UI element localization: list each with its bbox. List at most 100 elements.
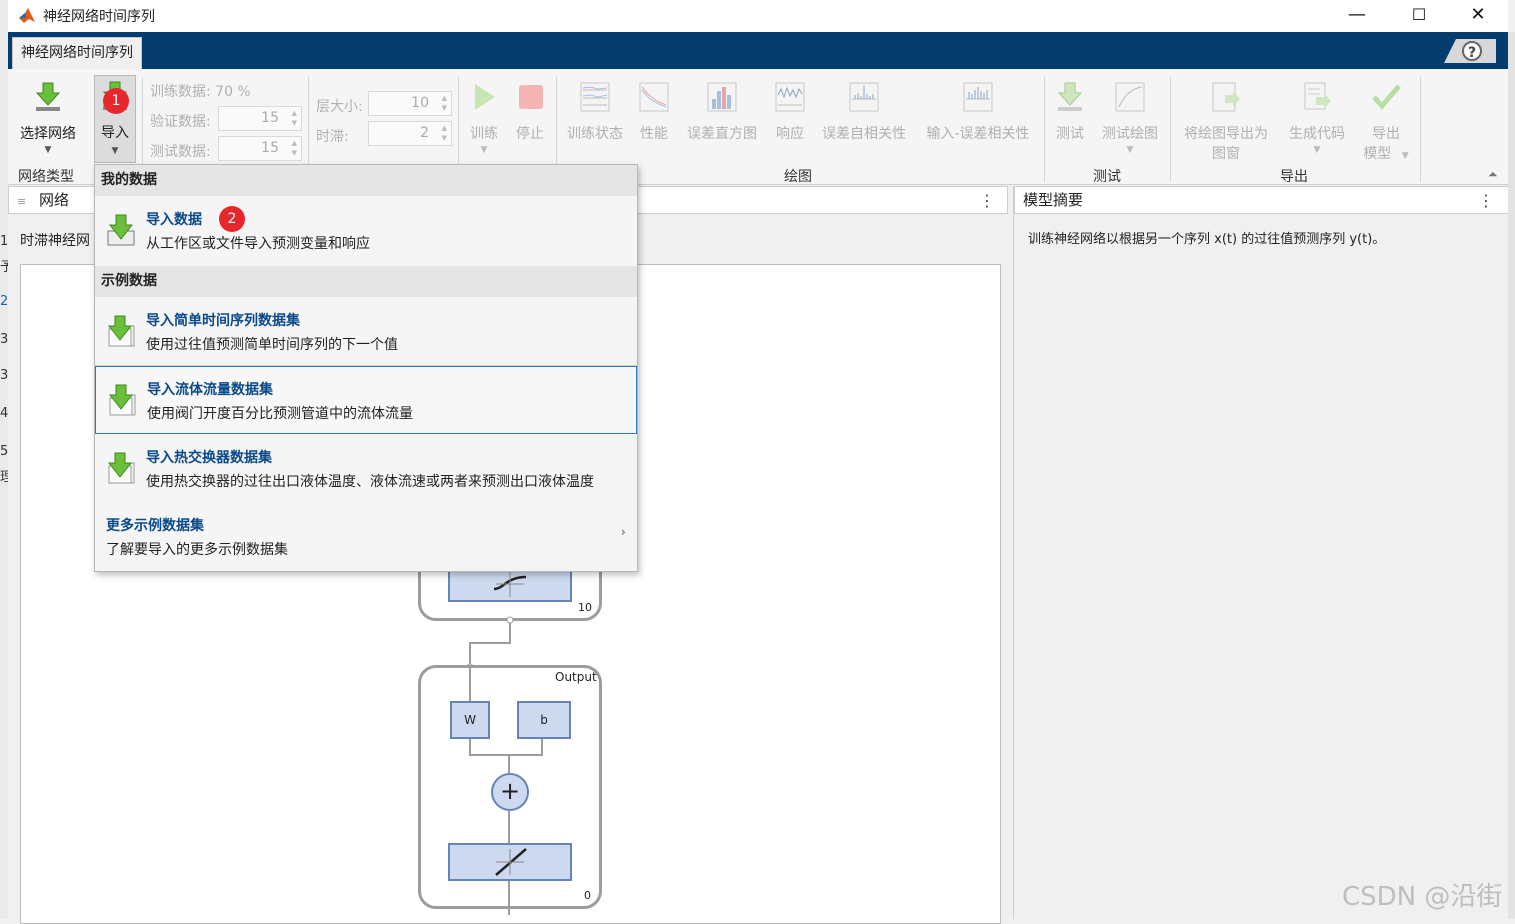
select-network-label: 选择网络: [20, 126, 76, 142]
test-plot-button[interactable]: 测试绘图 ▼: [1098, 81, 1162, 155]
model-summary-header: 模型摘要 ⋮: [1014, 186, 1509, 214]
export-figure-icon: [1212, 82, 1240, 112]
dataset-download-icon: [107, 315, 135, 347]
more-options-icon[interactable]: ⋮: [1478, 187, 1494, 214]
export-figure-label-2: 图窗: [1212, 146, 1240, 162]
chevron-down-icon: ▼: [480, 145, 488, 155]
close-button[interactable]: ✕: [1455, 0, 1501, 32]
response-plot-icon: [775, 82, 805, 112]
train-data-label: 训练数据: 70 %: [150, 84, 251, 100]
more-options-icon[interactable]: ⋮: [979, 187, 995, 214]
stop-icon: [519, 85, 543, 109]
output-activation-box: [448, 843, 572, 881]
test-label: 测试: [1056, 126, 1084, 142]
example-data-header: 示例数据: [95, 266, 637, 297]
import-heat-exchanger-title: 导入热交换器数据集: [146, 450, 272, 466]
export-figure-label-1: 将绘图导出为: [1184, 126, 1268, 142]
import-heat-exchanger-item[interactable]: 导入热交换器数据集 使用热交换器的过往出口液体温度、液体流速或两者来预测出口液体…: [95, 435, 637, 503]
collapse-toolstrip-icon[interactable]: ⏶: [1488, 167, 1498, 182]
performance-label: 性能: [640, 126, 668, 142]
layer-size-spinner[interactable]: 10: [368, 91, 452, 116]
val-data-spinner[interactable]: 15: [218, 106, 302, 131]
bias-box: b: [517, 701, 571, 739]
chevron-down-icon: ▼: [1126, 145, 1134, 155]
model-summary-panel: 模型摘要 ⋮ 训练神经网络以根据另一个序列 x(t) 的过往值预测序列 y(t)…: [1013, 186, 1509, 919]
import-fluid-flow-title: 导入流体流量数据集: [147, 382, 273, 398]
title-bar: 神经网络时间序列 — ☐ ✕: [8, 0, 1508, 32]
watermark: CSDN @沿街: [1342, 882, 1503, 912]
group-network-type: 网络类型: [18, 169, 74, 185]
import-data-title: 导入数据: [146, 212, 202, 228]
error-autocorr-button[interactable]: 误差自相关性: [816, 81, 912, 143]
performance-button[interactable]: 性能: [634, 81, 674, 143]
group-test: 测试: [1093, 169, 1121, 185]
import-data-desc: 从工作区或文件导入预测变量和响应: [146, 236, 370, 252]
ribbon-tab-strip: 神经网络时间序列 ?: [8, 32, 1508, 69]
model-summary-text: 训练神经网络以根据另一个序列 x(t) 的过往值预测序列 y(t)。: [1028, 232, 1386, 247]
hidden-layer-size: 10: [578, 601, 592, 614]
val-data-label: 验证数据:: [150, 114, 211, 130]
train-state-plot-icon: [580, 82, 610, 112]
import-simple-series-item[interactable]: 导入简单时间序列数据集 使用过往值预测简单时间序列的下一个值: [95, 298, 637, 366]
import-simple-series-title: 导入简单时间序列数据集: [146, 313, 300, 329]
select-network-button[interactable]: 选择网络 ▼: [14, 81, 82, 155]
minimize-button[interactable]: —: [1334, 0, 1380, 32]
error-histogram-label: 误差直方图: [687, 126, 757, 142]
tab-network[interactable]: 网络: [39, 191, 69, 209]
train-button[interactable]: 训练 ▼: [464, 81, 504, 155]
step-badge-2: 2: [219, 206, 245, 232]
window-title: 神经网络时间序列: [43, 9, 155, 25]
chevron-right-icon: ›: [621, 525, 626, 539]
dataset-download-icon: [108, 384, 136, 416]
separator: [1044, 77, 1045, 182]
play-icon: [475, 84, 495, 110]
maximize-button[interactable]: ☐: [1396, 0, 1442, 32]
export-figure-button[interactable]: 将绘图导出为 图窗: [1176, 81, 1276, 163]
export-model-button[interactable]: 导出 模型 ▼: [1360, 81, 1412, 163]
matlab-logo-icon: [19, 8, 35, 23]
step-badge-1: 1: [103, 88, 129, 114]
response-button[interactable]: 响应: [770, 81, 810, 143]
tab-neural-time-series[interactable]: 神经网络时间序列: [12, 37, 142, 69]
test-data-label: 测试数据:: [150, 144, 211, 160]
group-export: 导出: [1280, 169, 1308, 185]
separator: [1420, 77, 1421, 182]
help-icon: ?: [1462, 41, 1482, 61]
generate-code-label: 生成代码: [1289, 126, 1345, 142]
network-subtitle: 时滞神经网: [20, 233, 90, 249]
download-arrow-icon: [35, 82, 61, 111]
train-state-button[interactable]: 训练状态: [562, 81, 628, 143]
panel-grip-icon: ≡: [17, 195, 27, 208]
weight-box: W: [450, 701, 490, 739]
import-simple-series-desc: 使用过往值预测简单时间序列的下一个值: [146, 337, 398, 353]
test-button[interactable]: 测试: [1050, 81, 1090, 143]
generate-code-button[interactable]: 生成代码 ▼: [1282, 81, 1352, 155]
error-histogram-button[interactable]: 误差直方图: [682, 81, 762, 143]
generate-code-icon: [1304, 82, 1331, 110]
delay-label: 时滞:: [316, 129, 349, 145]
layer-size-label: 层大小:: [316, 99, 363, 115]
export-model-label-1: 导出: [1372, 126, 1400, 142]
stop-button[interactable]: 停止: [510, 81, 550, 143]
response-label: 响应: [776, 126, 804, 142]
export-model-label-2: 模型: [1363, 146, 1392, 162]
import-data-item[interactable]: 导入数据 从工作区或文件导入预测变量和响应: [95, 197, 637, 265]
chevron-down-icon: ▼: [44, 145, 52, 155]
separator: [1170, 77, 1171, 182]
train-label: 训练: [470, 126, 498, 142]
import-heat-exchanger-desc: 使用热交换器的过往出口液体温度、液体流速或两者来预测出口液体温度: [146, 474, 594, 490]
sum-node: +: [491, 773, 529, 811]
test-download-icon: [1057, 82, 1083, 111]
my-data-header: 我的数据: [95, 165, 637, 196]
performance-plot-icon: [639, 82, 669, 112]
chevron-down-icon: ▼: [111, 146, 119, 156]
import-fluid-flow-item[interactable]: 导入流体流量数据集 使用阀门开度百分比预测管道中的流体流量: [95, 366, 637, 434]
input-error-corr-button[interactable]: 输入-误差相关性: [920, 81, 1036, 143]
help-button[interactable]: ?: [1444, 39, 1496, 63]
import-label: 导入: [101, 125, 129, 141]
more-example-datasets-item[interactable]: 更多示例数据集 了解要导入的更多示例数据集 ›: [95, 503, 637, 571]
test-data-spinner[interactable]: 15: [218, 136, 302, 161]
delay-spinner[interactable]: 2: [368, 121, 452, 146]
more-example-datasets-title: 更多示例数据集: [106, 518, 204, 534]
import-data-icon: [107, 214, 135, 246]
